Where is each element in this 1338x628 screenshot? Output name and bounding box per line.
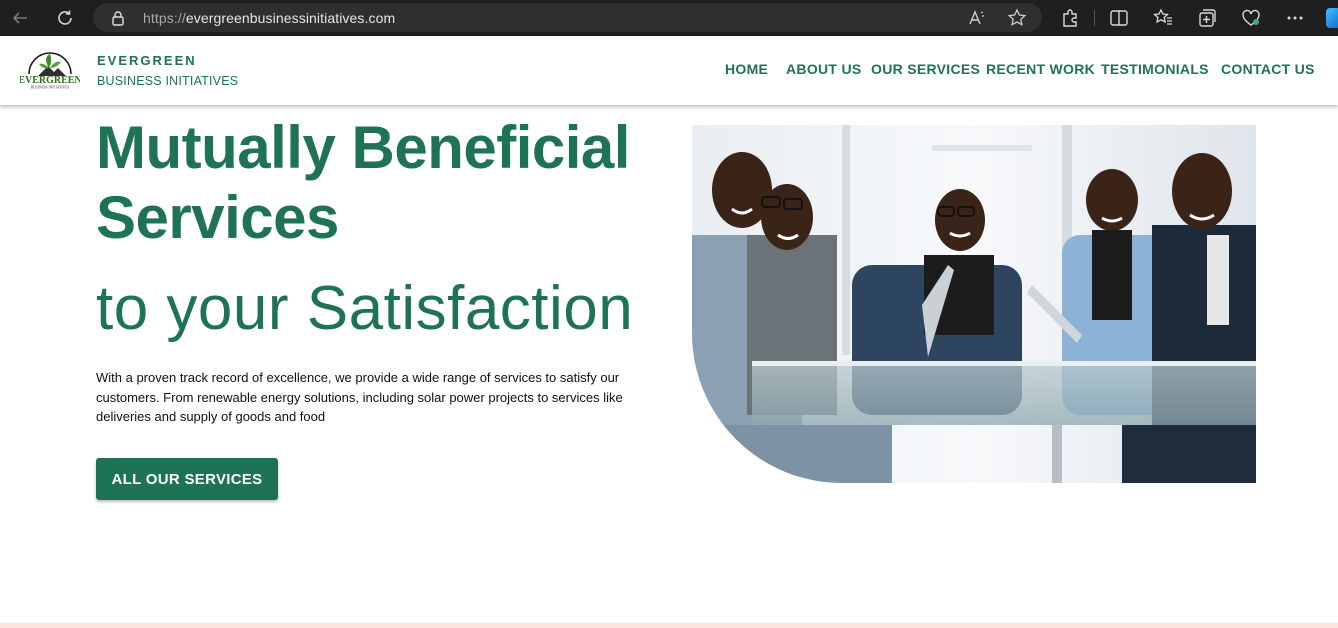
- url-host: evergreenbusinessinitiatives.com: [185, 10, 396, 26]
- address-url[interactable]: https://evergreenbusinessinitiatives.com: [143, 10, 395, 26]
- address-bar[interactable]: https://evergreenbusinessinitiatives.com: [93, 3, 1042, 32]
- hero-subtitle: to your Satisfaction: [96, 274, 634, 343]
- nav-testimonials[interactable]: TESTIMONIALS: [1101, 61, 1209, 77]
- nav-our-services[interactable]: OUR SERVICES: [871, 61, 980, 77]
- browser-essentials-icon[interactable]: [1240, 7, 1262, 29]
- site-header: EVERGREEN BUSINESS INITIATIVES EVERGREEN…: [0, 36, 1338, 105]
- nav-about-us[interactable]: ABOUT US: [786, 61, 862, 77]
- logo-wordmark: EVERGREEN: [20, 75, 80, 86]
- browser-toolbar: https://evergreenbusinessinitiatives.com: [0, 0, 1338, 36]
- all-services-button[interactable]: ALL OUR SERVICES: [96, 458, 278, 500]
- more-menu-icon[interactable]: [1284, 7, 1306, 29]
- read-aloud-icon[interactable]: [967, 8, 987, 28]
- nav-contact-us[interactable]: CONTACT US: [1221, 61, 1315, 77]
- brand-name[interactable]: EVERGREEN: [97, 53, 197, 68]
- back-arrow-icon[interactable]: [8, 6, 32, 30]
- favorite-star-icon[interactable]: [1007, 8, 1027, 28]
- hero-title: Mutually Beneficial Services: [96, 113, 676, 253]
- refresh-icon[interactable]: [53, 6, 77, 30]
- hero-description: With a proven track record of excellence…: [96, 370, 623, 424]
- logo-tagline: BUSINESS INITIATIVES: [31, 86, 70, 90]
- collections-icon[interactable]: [1196, 7, 1218, 29]
- lock-icon[interactable]: [111, 10, 125, 31]
- nav-home[interactable]: HOME: [725, 61, 768, 77]
- evergreen-logo[interactable]: EVERGREEN BUSINESS INITIATIVES: [18, 50, 82, 90]
- copilot-icon[interactable]: [1326, 8, 1338, 28]
- team-meeting-photo: [692, 125, 1256, 483]
- hero-title-line1: Mutually Beneficial: [96, 114, 630, 181]
- toolbar-divider: [1094, 10, 1095, 26]
- favorites-list-icon[interactable]: [1152, 7, 1174, 29]
- nav-recent-work[interactable]: RECENT WORK: [986, 61, 1095, 77]
- section-divider: [0, 623, 1338, 628]
- split-screen-icon[interactable]: [1108, 7, 1130, 29]
- url-protocol: https://: [143, 10, 186, 26]
- hero-title-line2: Services: [96, 184, 339, 251]
- extensions-icon[interactable]: [1059, 7, 1081, 29]
- brand-subtitle[interactable]: BUSINESS INITIATIVES: [97, 74, 238, 88]
